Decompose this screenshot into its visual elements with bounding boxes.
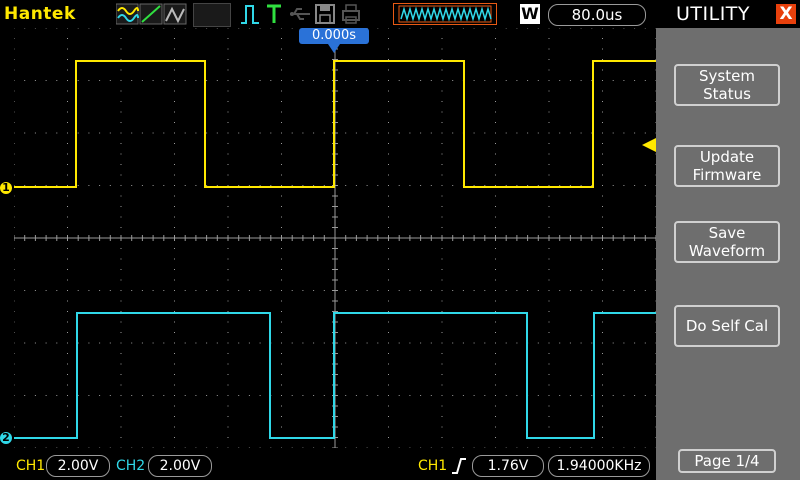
frequency-readout: 1.94000KHz <box>548 455 650 477</box>
update-firmware-button[interactable]: Update Firmware <box>674 145 780 187</box>
trigger-level-readout[interactable]: 1.76V <box>472 455 544 477</box>
run-stop-indicator <box>193 3 231 27</box>
memory-depth-waveform-icon <box>393 3 497 25</box>
system-status-button[interactable]: System Status <box>674 64 780 106</box>
acquire-mode-icons <box>116 3 187 25</box>
ch2-ground-marker[interactable]: 2 <box>0 432 12 444</box>
ch2-scale[interactable]: 2.00V <box>148 455 212 477</box>
brand-logo: Hantek <box>4 4 76 24</box>
do-self-cal-button[interactable]: Do Self Cal <box>674 305 780 347</box>
window-mode-badge: W <box>520 4 540 24</box>
timebase-readout[interactable]: 80.0us <box>548 4 646 26</box>
waveform-display[interactable] <box>14 28 656 448</box>
save-disk-icon <box>315 4 335 24</box>
ch1-waveform-trace <box>14 60 656 188</box>
bottom-status-bar: CH1 2.00V CH2 2.00V CH1 1.76V 1.94000KHz <box>0 452 656 480</box>
printer-icon <box>342 4 360 24</box>
trigger-type-icon <box>267 4 281 23</box>
ch2-waveform-trace <box>14 312 656 439</box>
save-waveform-button[interactable]: Save Waveform <box>674 221 780 263</box>
menu-title-bar: UTILITY X <box>656 0 800 28</box>
rising-edge-icon <box>452 458 466 474</box>
trigger-level-arrow-icon[interactable] <box>642 138 656 152</box>
ch1-ground-marker[interactable]: 1 <box>0 182 12 194</box>
top-status-bar: Hantek W 80.0us <box>0 0 656 28</box>
close-icon[interactable]: X <box>776 4 796 24</box>
menu-title: UTILITY <box>676 3 751 25</box>
trigger-position-arrow-icon <box>328 44 340 53</box>
utility-menu-panel: UTILITY X System Status Update Firmware … <box>656 0 800 480</box>
page-indicator-button[interactable]: Page 1/4 <box>678 449 776 473</box>
trigger-source-label: CH1 <box>418 458 448 474</box>
trigger-edge-icon <box>241 5 259 24</box>
trigger-position-badge[interactable]: 0.000s <box>299 28 369 44</box>
ch1-scale[interactable]: 2.00V <box>46 455 110 477</box>
usb-icon <box>290 8 310 20</box>
ch1-label: CH1 <box>16 458 46 474</box>
ch2-label: CH2 <box>116 458 146 474</box>
